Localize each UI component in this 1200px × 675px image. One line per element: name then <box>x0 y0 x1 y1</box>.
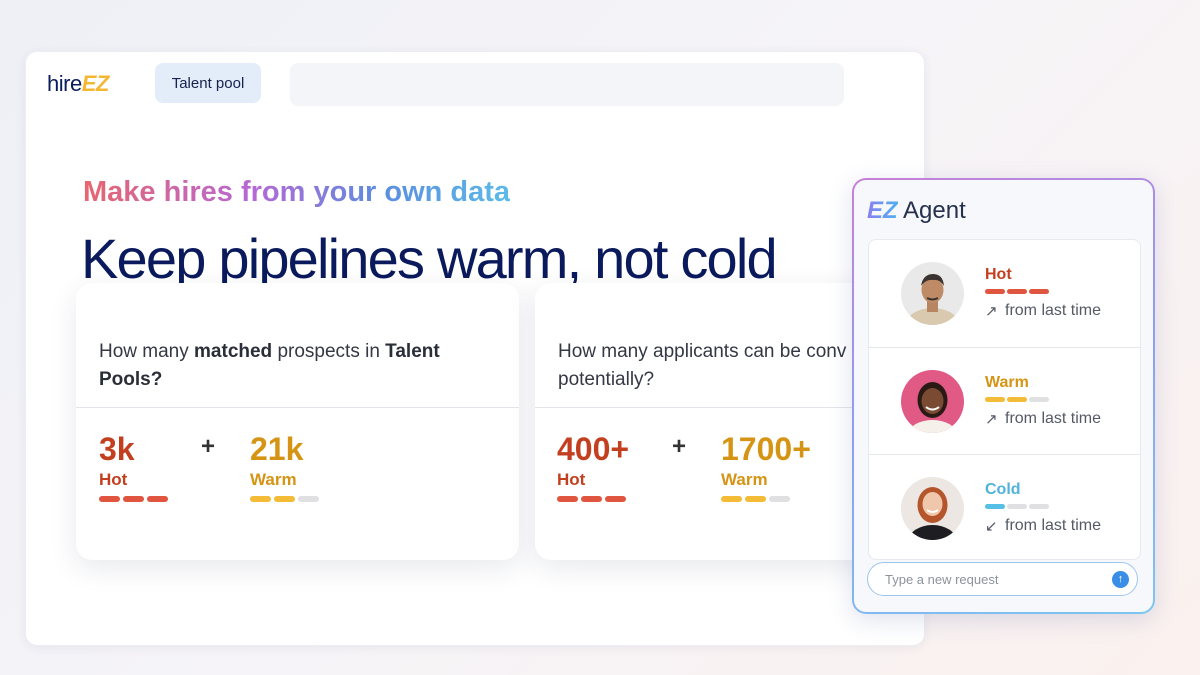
send-button[interactable]: ↑ <box>1112 571 1129 588</box>
arrow-up-right-icon: ↗ <box>985 411 998 428</box>
card-divider <box>76 407 519 408</box>
status-bars <box>985 504 1049 509</box>
hot-label: Hot <box>557 470 586 489</box>
question-text: How many <box>99 341 195 362</box>
card-question: How many applicants can be conv potentia… <box>558 338 895 394</box>
arrow-down-left-icon: ↙ <box>985 518 998 535</box>
question-line-1: How many applicants can be conv <box>558 341 847 362</box>
hireez-logo[interactable]: hireEZ <box>47 71 109 97</box>
hero-headline: Keep pipelines warm, not cold <box>81 227 778 290</box>
stat-card-talent-pools: How many matched prospects in Talent Poo… <box>76 283 519 560</box>
warm-label: Warm <box>250 470 297 489</box>
warm-value: 1700+ <box>721 431 811 467</box>
hero-eyebrow: Make hires from your own data <box>83 176 511 208</box>
avatar <box>901 370 964 433</box>
arrow-up-right-icon: ↗ <box>985 303 998 320</box>
candidate-item-cold[interactable]: Cold ↙ from last time <box>869 454 1140 559</box>
arrow-up-icon: ↑ <box>1117 573 1124 585</box>
hot-value: 3k <box>99 431 135 467</box>
request-input[interactable]: Type a new request ↑ <box>867 562 1138 596</box>
avatar <box>901 477 964 540</box>
trend-text: from last time <box>1005 410 1102 427</box>
hot-metric: 400+ Hot <box>557 429 629 502</box>
agent-title: EZ Agent <box>867 197 966 225</box>
hot-bars <box>557 496 629 502</box>
hot-metric: 3k Hot <box>99 429 168 502</box>
question-bold-talent: Talent <box>385 341 440 362</box>
request-input-placeholder: Type a new request <box>885 572 999 587</box>
app-window: hireEZ Talent pool Make hires from your … <box>25 51 925 646</box>
agent-title-text: Agent <box>897 197 966 224</box>
warm-bars <box>250 496 319 502</box>
warm-bars <box>721 496 811 502</box>
trend-row: ↗ from last time <box>985 302 1101 320</box>
status-label: Cold <box>985 481 1021 498</box>
status-bars <box>985 397 1049 402</box>
warm-metric: 1700+ Warm <box>721 429 811 502</box>
hot-bars <box>99 496 168 502</box>
trend-text: from last time <box>1005 302 1102 319</box>
trend-row: ↙ from last time <box>985 517 1101 535</box>
question-bold-pools: Pools? <box>99 369 163 390</box>
trend-text: from last time <box>1005 517 1102 534</box>
status-bars <box>985 289 1049 294</box>
question-bold-matched: matched <box>194 341 273 362</box>
warm-label: Warm <box>721 470 768 489</box>
question-line-2: potentially? <box>558 369 655 390</box>
status-label: Warm <box>985 374 1029 391</box>
candidate-item-hot[interactable]: Hot ↗ from last time <box>869 240 1140 347</box>
logo-hire-text: hire <box>47 71 82 96</box>
plus-sign: + <box>672 433 687 460</box>
search-bar[interactable] <box>290 63 844 106</box>
tab-talent-pool[interactable]: Talent pool <box>155 63 261 103</box>
avatar <box>901 262 964 325</box>
question-text: prospects in <box>272 341 386 362</box>
logo-ez-text: EZ <box>81 71 110 96</box>
hot-label: Hot <box>99 470 128 489</box>
agent-title-ez: EZ <box>867 197 898 224</box>
plus-sign: + <box>201 433 216 460</box>
candidate-item-warm[interactable]: Warm ↗ from last time <box>869 347 1140 454</box>
card-question: How many matched prospects in Talent Poo… <box>99 338 499 394</box>
candidate-list: Hot ↗ from last time Warm ↗ from last ti… <box>868 239 1141 560</box>
hot-value: 400+ <box>557 431 630 467</box>
warm-value: 21k <box>250 431 304 467</box>
status-label: Hot <box>985 266 1012 283</box>
trend-row: ↗ from last time <box>985 410 1101 428</box>
warm-metric: 21k Warm <box>250 429 319 502</box>
ez-agent-panel: EZ Agent Hot ↗ from last time Warm ↗ fro… <box>852 178 1155 614</box>
